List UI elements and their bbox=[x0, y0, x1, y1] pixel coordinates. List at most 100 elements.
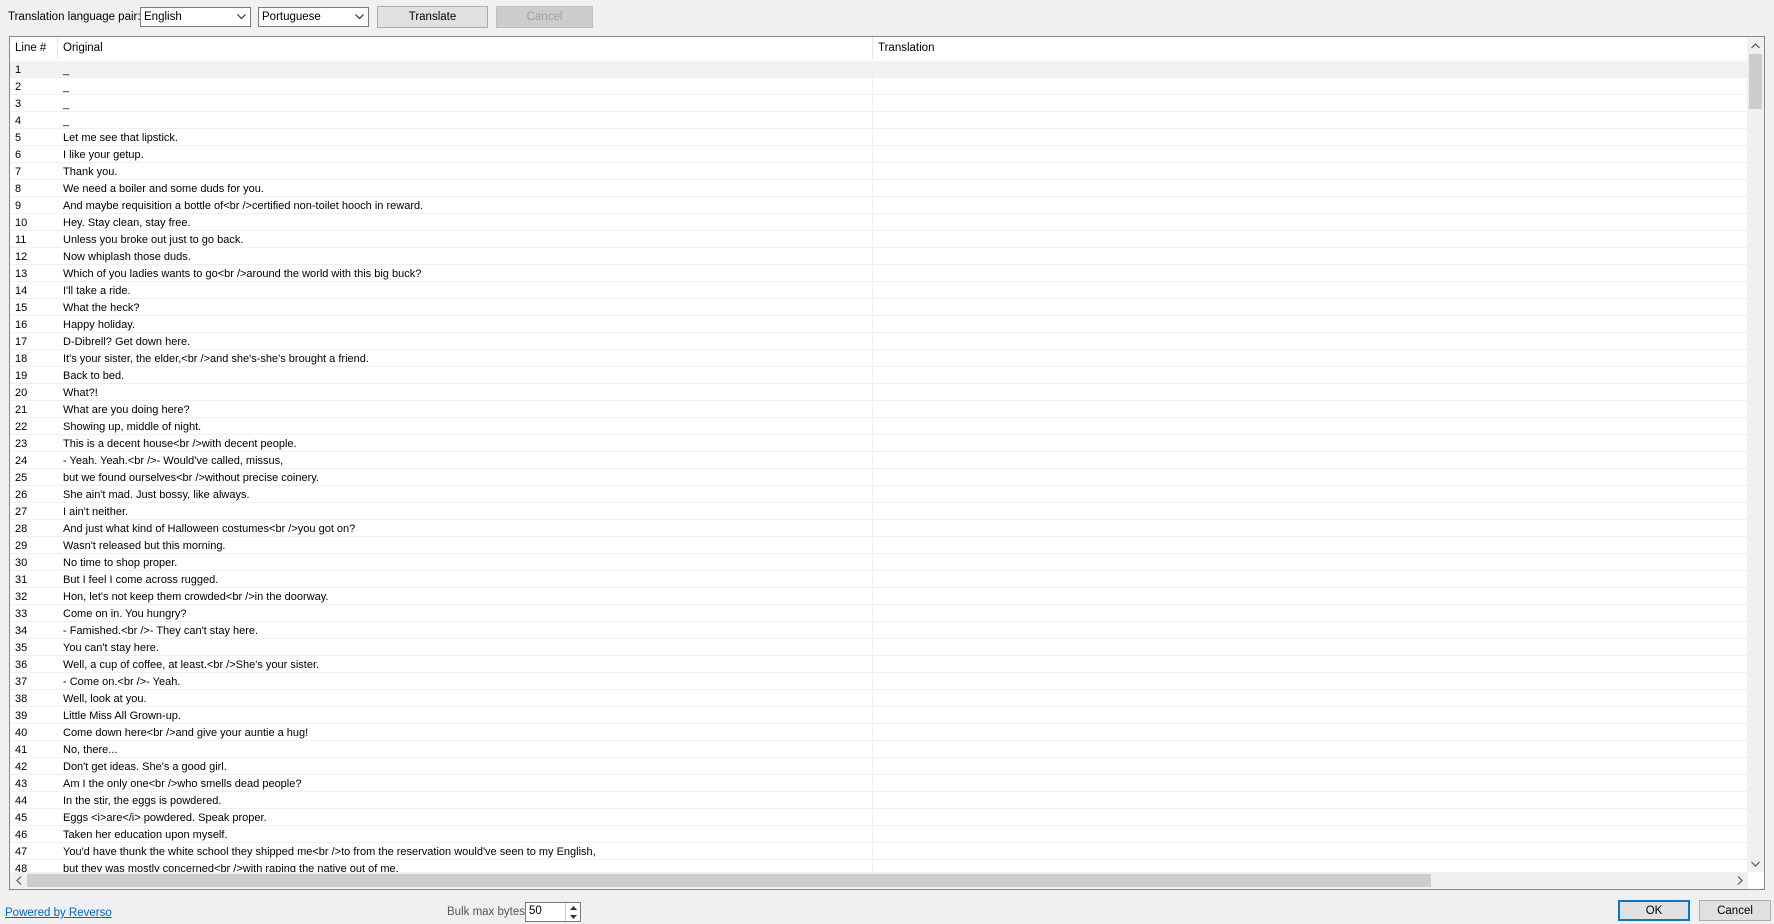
table-row[interactable]: 30 No time to shop proper. bbox=[10, 554, 1750, 571]
original-cell[interactable]: You can't stay here. bbox=[58, 639, 873, 656]
original-cell[interactable]: Come on in. You hungry? bbox=[58, 605, 873, 622]
original-cell[interactable]: - Come on.<br />- Yeah. bbox=[58, 673, 873, 690]
table-row[interactable]: 27 I ain't neither. bbox=[10, 503, 1750, 520]
original-cell[interactable]: _ bbox=[58, 112, 873, 129]
line-number-cell[interactable]: 43 bbox=[10, 775, 58, 792]
chevron-left-icon[interactable] bbox=[10, 872, 27, 889]
original-cell[interactable]: but we found ourselves<br />without prec… bbox=[58, 469, 873, 486]
line-number-cell[interactable]: 46 bbox=[10, 826, 58, 843]
original-cell[interactable]: _ bbox=[58, 95, 873, 112]
stepper-down-icon[interactable] bbox=[566, 912, 580, 921]
translation-cell[interactable] bbox=[873, 350, 1750, 367]
translation-cell[interactable] bbox=[873, 707, 1750, 724]
column-header-translation[interactable]: Translation bbox=[873, 37, 1750, 59]
chevron-down-icon[interactable] bbox=[1747, 855, 1764, 872]
original-cell[interactable]: Wasn't released but this morning. bbox=[58, 537, 873, 554]
translation-cell[interactable] bbox=[873, 129, 1750, 146]
translation-cell[interactable] bbox=[873, 418, 1750, 435]
original-cell[interactable]: It's your sister, the elder,<br />and sh… bbox=[58, 350, 873, 367]
original-cell[interactable]: And just what kind of Halloween costumes… bbox=[58, 520, 873, 537]
translate-button[interactable]: Translate bbox=[377, 6, 488, 28]
translation-cell[interactable] bbox=[873, 469, 1750, 486]
original-cell[interactable]: I ain't neither. bbox=[58, 503, 873, 520]
table-row[interactable]: 29 Wasn't released but this morning. bbox=[10, 537, 1750, 554]
original-cell[interactable]: What?! bbox=[58, 384, 873, 401]
original-cell[interactable]: Which of you ladies wants to go<br />aro… bbox=[58, 265, 873, 282]
table-row[interactable]: 24- Yeah. Yeah.<br />- Would've called, … bbox=[10, 452, 1750, 469]
line-number-cell[interactable]: 32 bbox=[10, 588, 58, 605]
table-row[interactable]: 38 Well, look at you. bbox=[10, 690, 1750, 707]
horizontal-scroll-thumb[interactable] bbox=[27, 874, 1431, 887]
translation-cell[interactable] bbox=[873, 61, 1750, 78]
original-cell[interactable]: No time to shop proper. bbox=[58, 554, 873, 571]
translation-cell[interactable] bbox=[873, 741, 1750, 758]
table-row[interactable]: 28 And just what kind of Halloween costum… bbox=[10, 520, 1750, 537]
table-row[interactable]: 19 Back to bed. bbox=[10, 367, 1750, 384]
cancel-translate-button[interactable]: Cancel bbox=[496, 6, 593, 28]
table-row[interactable]: 47 You'd have thunk the white school they… bbox=[10, 843, 1750, 860]
translation-cell[interactable] bbox=[873, 435, 1750, 452]
translation-cell[interactable] bbox=[873, 775, 1750, 792]
line-number-cell[interactable]: 38 bbox=[10, 690, 58, 707]
translation-cell[interactable] bbox=[873, 622, 1750, 639]
table-row[interactable]: 23 This is a decent house<br />with decen… bbox=[10, 435, 1750, 452]
original-cell[interactable]: Taken her education upon myself. bbox=[58, 826, 873, 843]
translation-cell[interactable] bbox=[873, 554, 1750, 571]
line-number-cell[interactable]: 5 bbox=[10, 129, 58, 146]
translation-cell[interactable] bbox=[873, 690, 1750, 707]
line-number-cell[interactable]: 17 bbox=[10, 333, 58, 350]
original-cell[interactable]: Come down here<br />and give your auntie… bbox=[58, 724, 873, 741]
table-row[interactable]: 34- Famished.<br />- They can't stay her… bbox=[10, 622, 1750, 639]
translation-cell[interactable] bbox=[873, 299, 1750, 316]
line-number-cell[interactable]: 30 bbox=[10, 554, 58, 571]
translation-cell[interactable] bbox=[873, 571, 1750, 588]
table-row[interactable]: 40 Come down here<br />and give your aunt… bbox=[10, 724, 1750, 741]
table-row[interactable]: 2 _ bbox=[10, 78, 1750, 95]
original-cell[interactable]: Don't get ideas. She's a good girl. bbox=[58, 758, 873, 775]
line-number-cell[interactable]: 2 bbox=[10, 78, 58, 95]
translation-cell[interactable] bbox=[873, 826, 1750, 843]
original-cell[interactable]: D-Dibrell? Get down here. bbox=[58, 333, 873, 350]
line-number-cell[interactable]: 15 bbox=[10, 299, 58, 316]
translation-cell[interactable] bbox=[873, 248, 1750, 265]
translation-cell[interactable] bbox=[873, 639, 1750, 656]
line-number-cell[interactable]: 47 bbox=[10, 843, 58, 860]
original-cell[interactable]: You'd have thunk the white school they s… bbox=[58, 843, 873, 860]
translation-cell[interactable] bbox=[873, 656, 1750, 673]
translation-cell[interactable] bbox=[873, 265, 1750, 282]
line-number-cell[interactable]: 21 bbox=[10, 401, 58, 418]
vertical-scroll-thumb[interactable] bbox=[1749, 54, 1762, 109]
original-cell[interactable]: - Famished.<br />- They can't stay here. bbox=[58, 622, 873, 639]
line-number-cell[interactable]: 16 bbox=[10, 316, 58, 333]
table-row[interactable]: 22 Showing up, middle of night. bbox=[10, 418, 1750, 435]
line-number-cell[interactable]: 34 bbox=[10, 622, 58, 639]
table-row[interactable]: 35 You can't stay here. bbox=[10, 639, 1750, 656]
line-number-cell[interactable]: 8 bbox=[10, 180, 58, 197]
line-number-cell[interactable]: 41 bbox=[10, 741, 58, 758]
line-number-cell[interactable]: 35 bbox=[10, 639, 58, 656]
original-cell[interactable]: And maybe requisition a bottle of<br />c… bbox=[58, 197, 873, 214]
line-number-cell[interactable]: 4 bbox=[10, 112, 58, 129]
bulk-max-bytes-stepper[interactable]: 50 bbox=[525, 902, 581, 922]
table-row[interactable]: 36 Well, a cup of coffee, at least.<br />… bbox=[10, 656, 1750, 673]
line-number-cell[interactable]: 42 bbox=[10, 758, 58, 775]
column-header-line-number[interactable]: Line # bbox=[10, 37, 58, 59]
subtitle-grid[interactable]: Line # Original Translation 1 _ 2 _ 3 _ 4 _ 5 Let… bbox=[9, 36, 1765, 890]
target-language-select[interactable]: Portuguese bbox=[258, 7, 369, 27]
original-cell[interactable]: _ bbox=[58, 78, 873, 95]
table-row[interactable]: 12 Now whiplash those duds. bbox=[10, 248, 1750, 265]
table-row[interactable]: 31 But I feel I come across rugged. bbox=[10, 571, 1750, 588]
translation-cell[interactable] bbox=[873, 180, 1750, 197]
original-cell[interactable]: I'll take a ride. bbox=[58, 282, 873, 299]
original-cell[interactable]: Well, a cup of coffee, at least.<br />Sh… bbox=[58, 656, 873, 673]
original-cell[interactable]: Hon, let's not keep them crowded<br />in… bbox=[58, 588, 873, 605]
line-number-cell[interactable]: 23 bbox=[10, 435, 58, 452]
cancel-button[interactable]: Cancel bbox=[1699, 900, 1771, 921]
table-row[interactable]: 9 And maybe requisition a bottle of<br />… bbox=[10, 197, 1750, 214]
line-number-cell[interactable]: 22 bbox=[10, 418, 58, 435]
original-cell[interactable]: What are you doing here? bbox=[58, 401, 873, 418]
original-cell[interactable]: She ain't mad. Just bossy, like always. bbox=[58, 486, 873, 503]
line-number-cell[interactable]: 44 bbox=[10, 792, 58, 809]
table-row[interactable]: 14 I'll take a ride. bbox=[10, 282, 1750, 299]
line-number-cell[interactable]: 10 bbox=[10, 214, 58, 231]
